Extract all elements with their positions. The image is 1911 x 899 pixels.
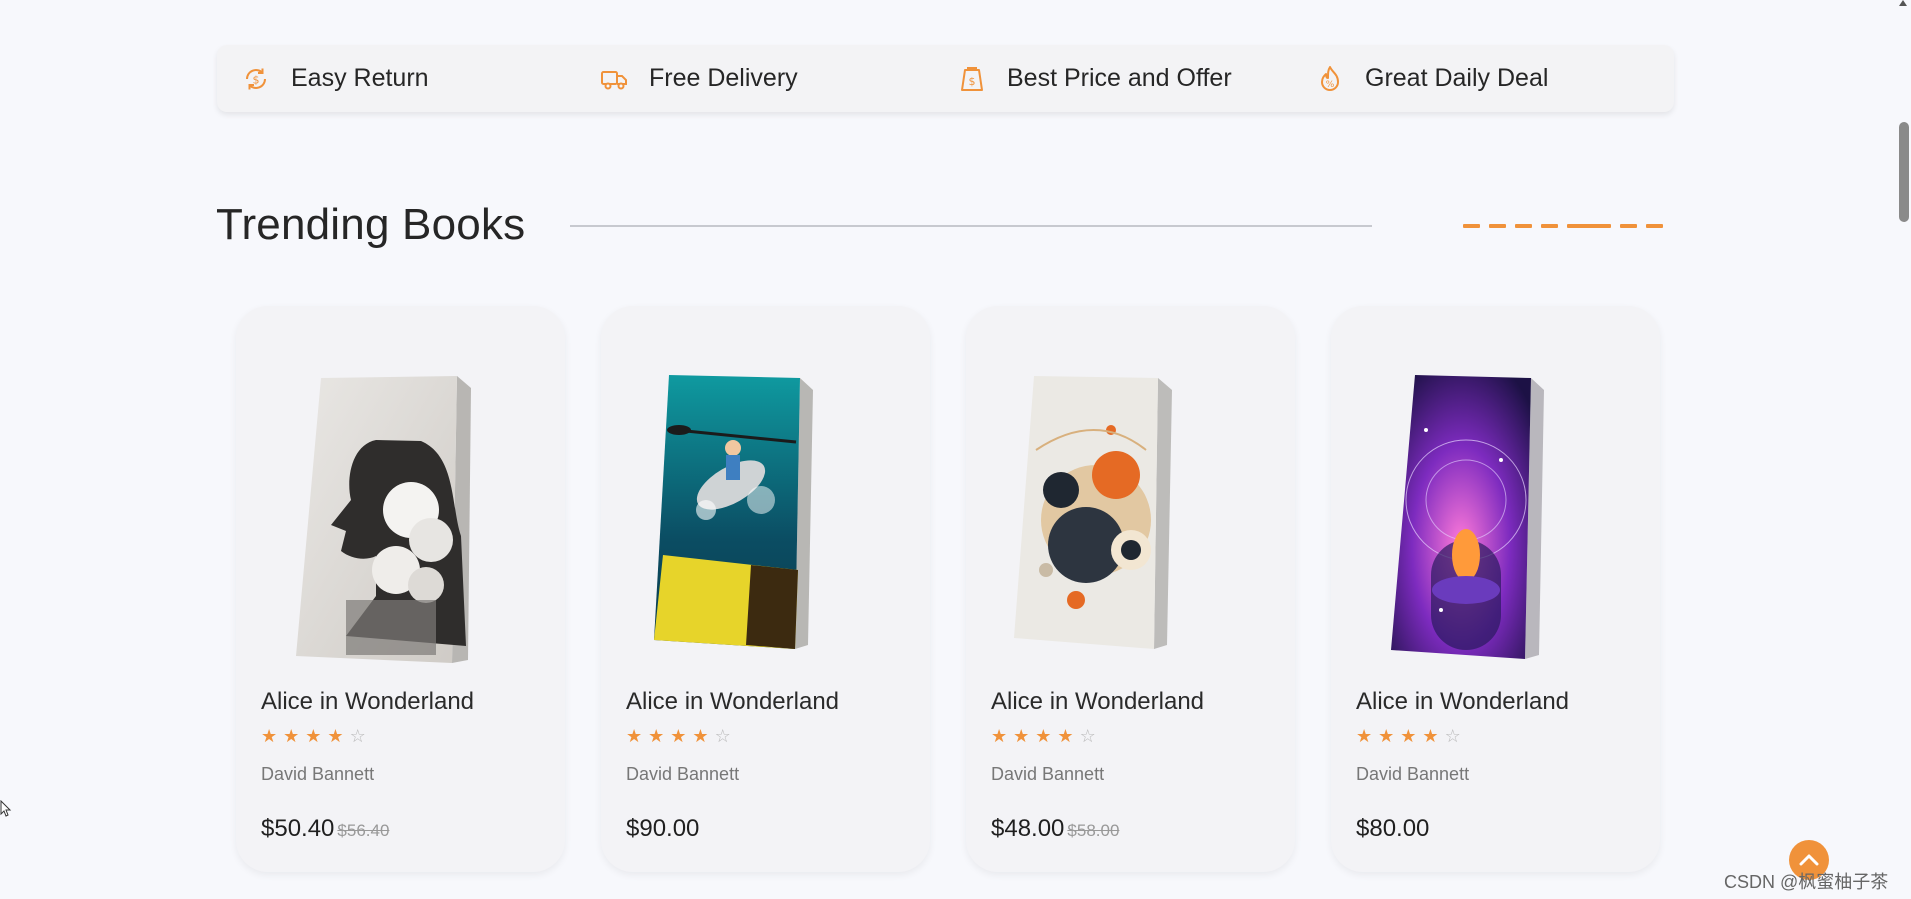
book-title[interactable]: Alice in Wonderland bbox=[991, 688, 1204, 716]
star-filled-icon: ★ bbox=[1400, 726, 1423, 746]
star-empty-icon: ☆ bbox=[1444, 726, 1467, 746]
feature-label: Easy Return bbox=[291, 64, 429, 92]
book-cards: Alice in Wonderland ★★★★☆ David Bannett … bbox=[236, 306, 1660, 872]
book-author: David Bannett bbox=[1356, 764, 1470, 784]
book-title[interactable]: Alice in Wonderland bbox=[1356, 688, 1569, 716]
book-author: David Bannett bbox=[261, 764, 375, 784]
rating-stars: ★★★★☆ bbox=[1356, 726, 1467, 747]
star-filled-icon: ★ bbox=[648, 726, 671, 746]
book-author: David Bannett bbox=[991, 764, 1105, 784]
deal-flame-icon: % bbox=[1315, 64, 1345, 94]
price-block: $90.00 bbox=[626, 815, 699, 843]
rating-stars: ★★★★☆ bbox=[991, 726, 1102, 747]
book-card[interactable]: Alice in Wonderland ★★★★☆ David Bannett … bbox=[966, 306, 1295, 872]
pager-dot[interactable] bbox=[1515, 224, 1532, 228]
price: $50.40 bbox=[261, 815, 335, 842]
svg-text:$: $ bbox=[969, 75, 976, 88]
price-block: $48.00 $58.00 bbox=[991, 815, 1119, 843]
book-title[interactable]: Alice in Wonderland bbox=[261, 688, 474, 716]
star-filled-icon: ★ bbox=[1356, 726, 1379, 746]
pager-dot[interactable] bbox=[1646, 224, 1663, 228]
delivery-truck-icon bbox=[599, 64, 629, 94]
book-card[interactable]: Alice in Wonderland ★★★★☆ David Bannett … bbox=[236, 306, 565, 872]
page: $ Easy Return Free Delivery $ Best Price… bbox=[0, 0, 1911, 899]
svg-text:$: $ bbox=[253, 73, 260, 86]
feature-easy-return: $ Easy Return bbox=[241, 64, 599, 94]
pager-dot[interactable] bbox=[1541, 224, 1558, 228]
star-filled-icon: ★ bbox=[626, 726, 649, 746]
price: $48.00 bbox=[991, 815, 1065, 842]
return-coin-icon: $ bbox=[241, 64, 271, 94]
chevron-up-icon bbox=[1799, 854, 1819, 866]
feature-label: Great Daily Deal bbox=[1365, 64, 1549, 92]
rating-stars: ★★★★☆ bbox=[626, 726, 737, 747]
book-cover[interactable] bbox=[601, 370, 930, 670]
pager-dot[interactable] bbox=[1620, 224, 1637, 228]
svg-text:%: % bbox=[1326, 80, 1335, 90]
scroll-up-arrow-icon[interactable] bbox=[1899, 0, 1907, 6]
star-empty-icon: ☆ bbox=[714, 726, 737, 746]
feature-daily-deal: % Great Daily Deal bbox=[1315, 64, 1673, 94]
book-cover[interactable] bbox=[236, 370, 565, 670]
feature-label: Best Price and Offer bbox=[1007, 64, 1232, 92]
pager-dot-active[interactable] bbox=[1567, 224, 1611, 228]
book-card[interactable]: Alice in Wonderland ★★★★☆ David Bannett … bbox=[1331, 306, 1660, 872]
mouse-cursor-icon bbox=[0, 799, 12, 823]
price-tag-icon: $ bbox=[957, 64, 987, 94]
star-filled-icon: ★ bbox=[1035, 726, 1058, 746]
star-filled-icon: ★ bbox=[1422, 726, 1445, 746]
book-cover[interactable] bbox=[966, 370, 1295, 670]
watermark: CSDN @枫蜜柚子茶 bbox=[1724, 872, 1889, 892]
feature-free-delivery: Free Delivery bbox=[599, 64, 957, 94]
star-empty-icon: ☆ bbox=[1079, 726, 1102, 746]
star-filled-icon: ★ bbox=[670, 726, 693, 746]
price-block: $80.00 bbox=[1356, 815, 1429, 843]
star-empty-icon: ☆ bbox=[349, 726, 372, 746]
old-price: $56.40 bbox=[337, 821, 390, 840]
book-cover[interactable] bbox=[1331, 370, 1660, 670]
star-filled-icon: ★ bbox=[1378, 726, 1401, 746]
feature-label: Free Delivery bbox=[649, 64, 798, 92]
star-filled-icon: ★ bbox=[692, 726, 715, 746]
star-filled-icon: ★ bbox=[283, 726, 306, 746]
star-filled-icon: ★ bbox=[1013, 726, 1036, 746]
star-filled-icon: ★ bbox=[327, 726, 350, 746]
star-filled-icon: ★ bbox=[1057, 726, 1080, 746]
star-filled-icon: ★ bbox=[261, 726, 284, 746]
scroll-thumb[interactable] bbox=[1899, 122, 1909, 222]
page-scrollbar[interactable] bbox=[1895, 0, 1911, 899]
features-bar: $ Easy Return Free Delivery $ Best Price… bbox=[217, 45, 1674, 112]
title-divider bbox=[570, 225, 1372, 227]
star-filled-icon: ★ bbox=[991, 726, 1014, 746]
rating-stars: ★★★★☆ bbox=[261, 726, 372, 747]
carousel-pager bbox=[1463, 224, 1663, 228]
pager-dot[interactable] bbox=[1489, 224, 1506, 228]
feature-best-price: $ Best Price and Offer bbox=[957, 64, 1315, 94]
star-filled-icon: ★ bbox=[305, 726, 328, 746]
old-price: $58.00 bbox=[1067, 821, 1120, 840]
pager-dot[interactable] bbox=[1463, 224, 1480, 228]
book-card[interactable]: Alice in Wonderland ★★★★☆ David Bannett … bbox=[601, 306, 930, 872]
book-title[interactable]: Alice in Wonderland bbox=[626, 688, 839, 716]
price-block: $50.40 $56.40 bbox=[261, 815, 389, 843]
section-title: Trending Books bbox=[216, 200, 526, 249]
book-author: David Bannett bbox=[626, 764, 740, 784]
price: $80.00 bbox=[1356, 815, 1430, 842]
price: $90.00 bbox=[626, 815, 700, 842]
